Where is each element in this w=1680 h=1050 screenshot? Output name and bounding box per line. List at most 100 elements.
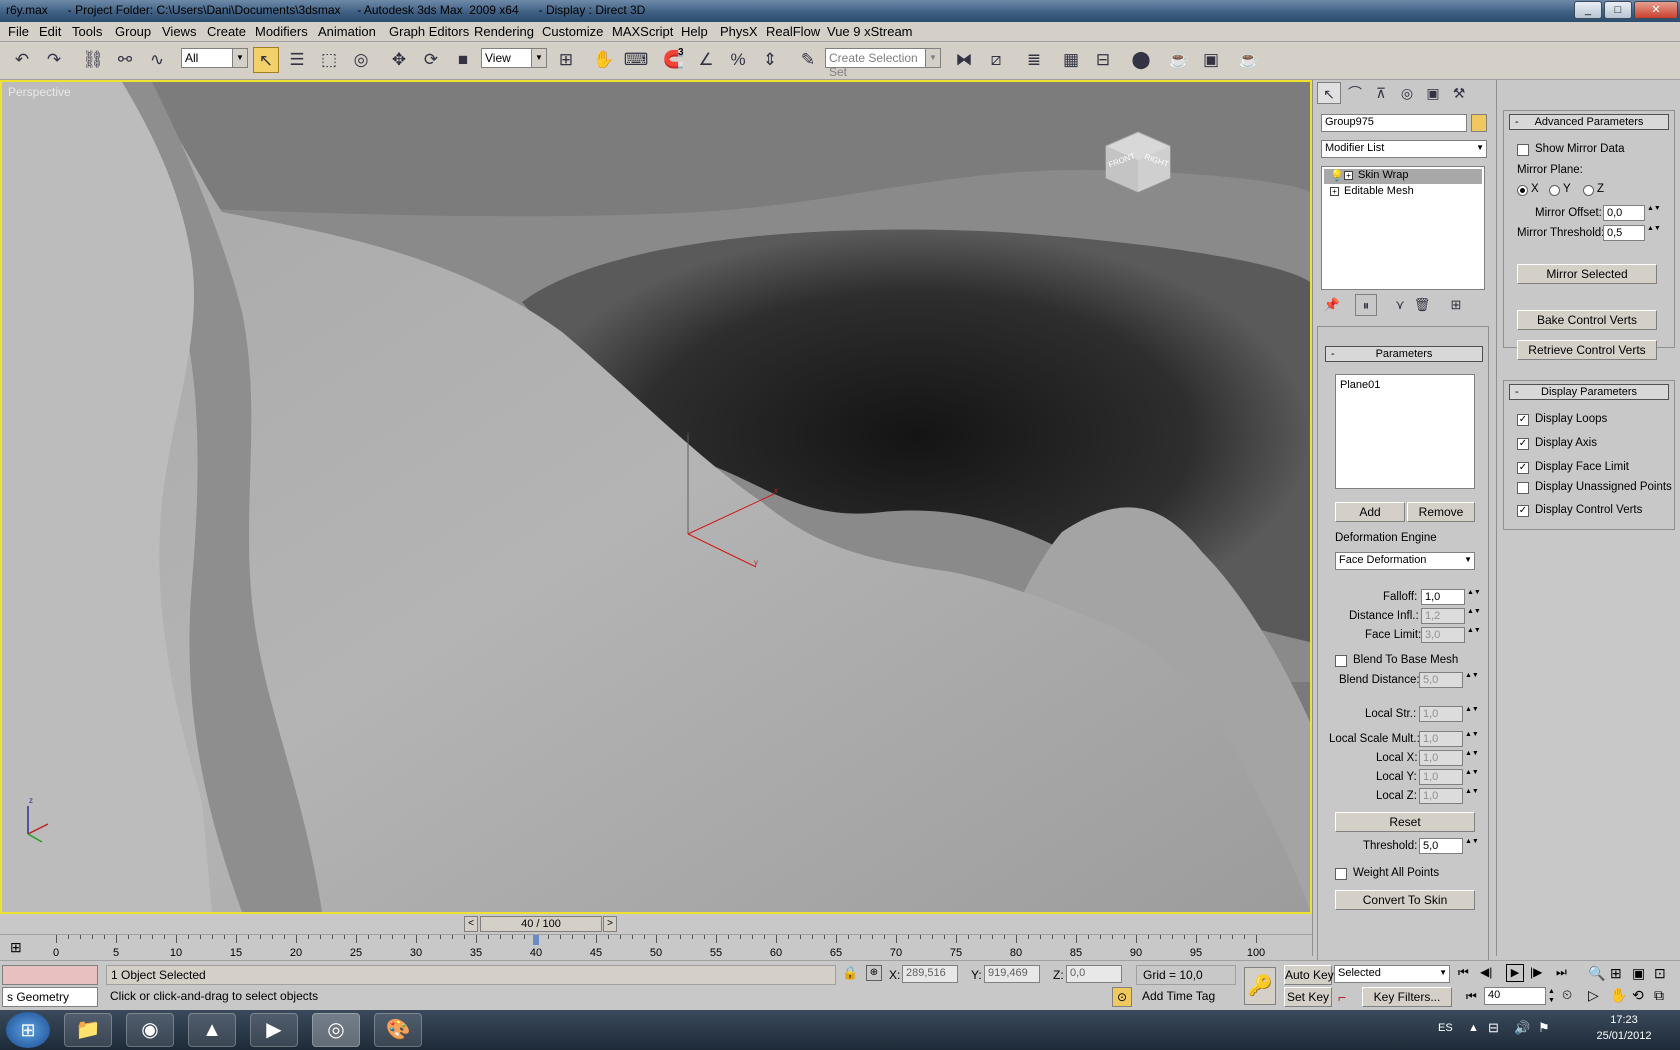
orbit-icon[interactable]: ⟲ [1632, 987, 1644, 1004]
current-frame-field[interactable]: 40 [1484, 987, 1546, 1005]
display-tab-icon[interactable]: ▣ [1421, 82, 1445, 104]
go-to-end-icon[interactable]: ⏭ [1556, 965, 1567, 980]
mirror-selected-button[interactable]: Mirror Selected [1517, 264, 1657, 284]
display-axis-checkbox[interactable]: ✓ [1517, 438, 1529, 450]
spinner-arrows-icon[interactable]: ▲▼ [1465, 706, 1479, 722]
pan-view-icon[interactable]: ✋ [1610, 987, 1627, 1004]
set-key-button[interactable]: Set Key [1284, 987, 1332, 1007]
key-mode-toggle-icon[interactable]: ⏮ [1466, 989, 1477, 1004]
window-crossing-icon[interactable]: ◎ [348, 47, 374, 73]
network-icon[interactable]: ⊟ [1488, 1020, 1499, 1036]
select-and-link-icon[interactable]: ⛓ [80, 47, 106, 73]
time-configuration-icon[interactable]: ⏲ [1562, 987, 1572, 1003]
menu-vue-xstream[interactable]: Vue 9 xStream [827, 24, 913, 39]
local-str-spinner[interactable]: 1,0 [1419, 706, 1463, 722]
falloff-spinner[interactable]: 1,0 [1421, 589, 1465, 605]
zoom-all-icon[interactable]: ⊞ [1610, 965, 1622, 982]
blend-to-base-checkbox[interactable] [1335, 655, 1347, 667]
field-of-view-icon[interactable]: ▷ [1588, 987, 1599, 1004]
menu-tools[interactable]: Tools [72, 24, 102, 39]
select-and-rotate-icon[interactable]: ⟳ [418, 47, 444, 73]
render-production-icon[interactable]: ☕ [1236, 47, 1262, 73]
spinner-arrows-icon[interactable]: ▲▼ [1467, 627, 1481, 643]
make-unique-icon[interactable]: ⋎ [1389, 294, 1411, 316]
bind-space-warp-icon[interactable]: ∿ [144, 47, 170, 73]
motion-tab-icon[interactable]: ◎ [1395, 82, 1419, 104]
menu-animation[interactable]: Animation [318, 24, 376, 39]
reset-button[interactable]: Reset [1335, 812, 1475, 832]
mirror-plane-x-radio[interactable] [1517, 185, 1528, 196]
blend-distance-spinner[interactable]: 5,0 [1419, 672, 1463, 688]
previous-frame-icon[interactable]: < [464, 916, 478, 932]
select-object-icon[interactable]: ↖ [253, 47, 279, 73]
deformation-engine-dropdown[interactable]: Face Deformation ▼ [1335, 552, 1475, 570]
curve-editor-icon[interactable]: ▦ [1058, 47, 1084, 73]
mirror-plane-y-radio[interactable] [1549, 185, 1560, 196]
maxscript-listener-output[interactable]: s Geometry [2, 987, 98, 1007]
parameters-rollout-header[interactable]: - Parameters [1325, 346, 1483, 362]
undo-icon[interactable]: ↶ [9, 47, 35, 73]
menu-realflow[interactable]: RealFlow [766, 24, 820, 39]
track-bar[interactable]: ⊞ 0 5 10 15 20 25 30 35 40 45 50 55 60 65 70 75 80 85 90 95… [0, 934, 1312, 960]
next-key-icon[interactable]: |▶ [1530, 965, 1542, 979]
select-and-move-icon[interactable]: ✥ [386, 47, 412, 73]
y-coord-field[interactable]: 919,469 [984, 965, 1040, 983]
z-coord-field[interactable]: 0,0 [1066, 965, 1122, 983]
mirror-plane-z-radio[interactable] [1583, 185, 1594, 196]
time-slider[interactable]: < 40 / 100 > [0, 914, 1312, 934]
local-y-spinner[interactable]: 1,0 [1419, 769, 1463, 785]
angle-snap-icon[interactable]: ∠ [693, 47, 719, 73]
convert-to-skin-button[interactable]: Convert To Skin [1335, 890, 1475, 910]
key-mode-dropdown[interactable]: Selected ▼ [1334, 965, 1450, 983]
viewcube[interactable]: FRONT RIGHT [1104, 130, 1172, 194]
advanced-rollout-header[interactable]: - Advanced Parameters [1509, 114, 1669, 130]
stack-item-editable-mesh[interactable]: + Editable Mesh [1324, 185, 1482, 200]
vlc-taskbar-icon[interactable]: ▲ [188, 1013, 236, 1047]
face-limit-spinner[interactable]: 3,0 [1421, 627, 1465, 643]
target-list-item[interactable]: Plane01 [1340, 379, 1380, 391]
time-slider-thumb[interactable]: 40 / 100 [480, 916, 602, 932]
viewport-label[interactable]: Perspective [8, 85, 71, 99]
render-setup-icon[interactable]: ☕ [1166, 47, 1192, 73]
layer-manager-icon[interactable]: ≣ [1021, 47, 1047, 73]
reference-coordinate-dropdown[interactable]: View ▼ [481, 48, 547, 68]
maximize-button[interactable]: □ [1604, 1, 1632, 19]
bake-control-verts-button[interactable]: Bake Control Verts [1517, 310, 1657, 330]
play-icon[interactable]: ▶ [1506, 964, 1524, 982]
menu-maxscript[interactable]: MAXScript [612, 24, 673, 39]
close-button[interactable]: ✕ [1634, 1, 1678, 19]
next-frame-icon[interactable]: > [603, 916, 617, 932]
key-filters-button[interactable]: Key Filters... [1362, 987, 1452, 1007]
lock-selection-icon[interactable]: 🔒 [842, 965, 858, 981]
spinner-arrows-icon[interactable]: ▲▼ [1465, 769, 1479, 785]
spinner-arrows-icon[interactable]: ▲▼ [1465, 731, 1479, 747]
menu-rendering[interactable]: Rendering [474, 24, 534, 39]
menu-file[interactable]: File [8, 24, 29, 39]
zoom-icon[interactable]: 🔍 [1588, 965, 1605, 982]
selection-filter-dropdown[interactable]: All ▼ [181, 48, 248, 68]
menu-physx[interactable]: PhysX [720, 24, 758, 39]
schematic-view-icon[interactable]: ⊟ [1090, 47, 1116, 73]
previous-key-icon[interactable]: ◀| [1480, 965, 1492, 979]
spinner-arrows-icon[interactable]: ▲▼ [1465, 838, 1479, 854]
time-tag-icon[interactable]: ⊙ [1112, 987, 1132, 1007]
spinner-arrows-icon[interactable]: ▲▼ [1465, 750, 1479, 766]
chrome-taskbar-icon[interactable]: ◉ [126, 1013, 174, 1047]
spinner-arrows-icon[interactable]: ▲▼ [1465, 788, 1479, 804]
perspective-viewport[interactable]: Perspective FRONT RIGHT z z x y [0, 80, 1312, 914]
select-and-scale-icon[interactable]: ■ [450, 47, 476, 73]
named-selection-edit-icon[interactable]: ✎ [795, 47, 821, 73]
expand-icon[interactable]: + [1344, 171, 1353, 180]
stack-item-skin-wrap[interactable]: 💡 + Skin Wrap [1324, 169, 1482, 184]
local-z-spinner[interactable]: 1,0 [1419, 788, 1463, 804]
show-end-result-icon[interactable]: ⏸ [1355, 294, 1377, 316]
auto-key-button[interactable]: Auto Key [1284, 965, 1334, 985]
add-time-tag[interactable]: Add Time Tag [1136, 987, 1236, 1007]
clock-time[interactable]: 17:23 [1598, 1014, 1650, 1026]
start-button-icon[interactable]: ⊞ [6, 1012, 50, 1048]
display-control-verts-checkbox[interactable]: ✓ [1517, 505, 1529, 517]
menu-create[interactable]: Create [207, 24, 246, 39]
spinner-arrows-icon[interactable]: ▲▼ [1467, 589, 1481, 605]
configure-modifier-sets-icon[interactable]: ⊞ [1445, 294, 1467, 316]
utilities-tab-icon[interactable]: ⚒ [1447, 82, 1471, 104]
